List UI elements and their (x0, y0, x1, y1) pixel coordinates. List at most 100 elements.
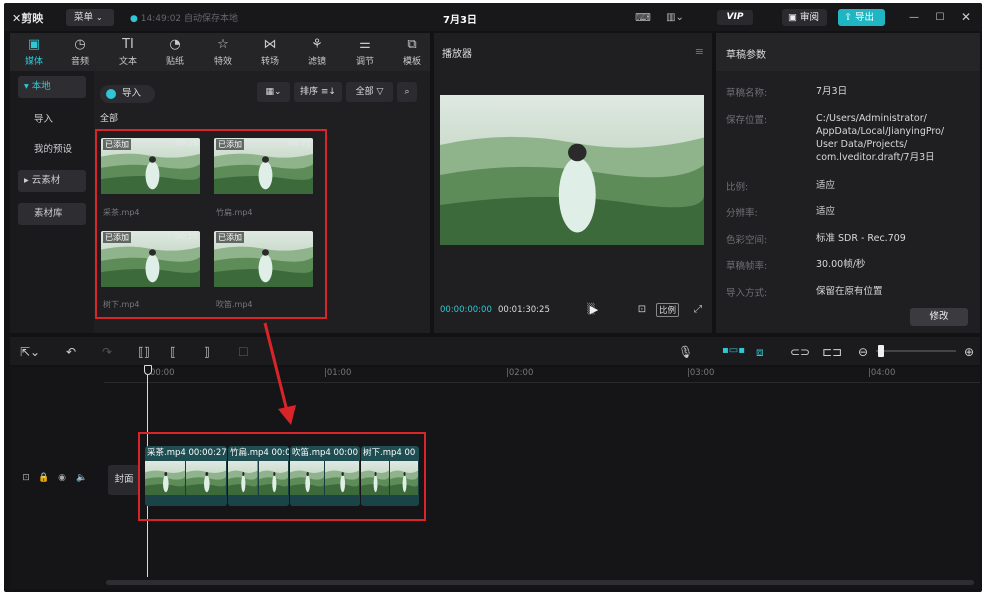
tab-template[interactable]: ⧉ 模板 (392, 36, 432, 70)
autosave-text: 14:49:02 自动保存本地 (140, 14, 239, 24)
trim-left-icon[interactable]: ⟦ (170, 345, 176, 359)
chevron-down-icon: ⌄ (96, 13, 103, 22)
tab-effects[interactable]: ☆ 特效 (203, 36, 243, 70)
sticker-icon: ◔ (169, 37, 181, 52)
properties-panel: 草稿参数 草稿名称: 7月3日 保存位置: C:/Users/Administr… (716, 33, 980, 333)
trim-right-icon[interactable]: ⟧ (204, 345, 210, 359)
prop-label-resolution: 分辨率: (726, 208, 758, 219)
player-panel: 播放器 ≡ 00:00:00:00 00:01:30:25 ▒ ▶ ⊡ 比例 ⤢ (434, 33, 712, 333)
search-button[interactable]: ⌕ (397, 82, 417, 102)
sidebar-item-presets[interactable]: 我的预设 (18, 139, 86, 161)
zoom-slider-thumb[interactable] (878, 345, 884, 357)
main-track-magnet-icon[interactable]: ▪▭▪ (722, 345, 745, 356)
maximize-icon[interactable]: ☐ (932, 9, 948, 25)
app-logo: ✕剪映 (12, 10, 43, 26)
tab-adjust[interactable]: ⚌ 调节 (345, 36, 385, 70)
import-button[interactable]: 导入 (100, 85, 155, 103)
zoom-out-icon[interactable]: ⊖ (858, 345, 868, 359)
red-arrow (263, 322, 296, 425)
speaker-icon[interactable]: 🔈 (76, 472, 88, 484)
grid-icon: ▦⌄ (265, 87, 282, 97)
tab-media[interactable]: ▣ 媒体 (14, 36, 54, 70)
minimize-icon[interactable]: — (906, 9, 922, 25)
funnel-icon: ▽ (376, 87, 384, 97)
tab-filter[interactable]: ⚘ 滤镜 (297, 36, 337, 70)
prop-label-colorspace: 色彩空间: (726, 235, 768, 246)
zoom-icon[interactable]: ⊡ (634, 301, 650, 317)
redo-icon[interactable]: ↷ (102, 345, 112, 359)
ratio-button[interactable]: 比例 (656, 303, 680, 317)
timeline-scrollbar[interactable] (106, 580, 974, 585)
vip-badge[interactable]: VIP (717, 10, 753, 25)
tab-label: 模板 (402, 57, 421, 67)
cover-button[interactable]: 封面 (108, 465, 140, 495)
sort-icon: ≡↓ (320, 87, 336, 97)
highlight-box-media (95, 129, 327, 319)
prop-value-location: C:/Users/Administrator/ AppData/Local/Ji… (816, 113, 945, 163)
delete-icon[interactable]: ☐ (238, 345, 249, 359)
view-mode-button[interactable]: ▦⌄ (257, 82, 290, 102)
tab-label: 媒体 (24, 57, 43, 67)
check-circle-icon: ● (130, 14, 138, 24)
prop-value-colorspace: 标准 SDR - Rec.709 (816, 233, 906, 244)
video-preview[interactable] (440, 95, 704, 245)
filter-button[interactable]: 全部 ▽ (346, 82, 393, 102)
prop-value-name: 7月3日 (816, 86, 848, 97)
audio-icon: ◷ (74, 37, 86, 52)
prop-value-framerate: 30.00帧/秒 (816, 259, 866, 270)
split-icon[interactable]: ⟦⟧ (138, 345, 150, 359)
link-icon[interactable]: ⊂⊃ (790, 345, 810, 359)
playhead-handle[interactable] (144, 365, 152, 375)
lock-icon[interactable]: 🔒 (38, 472, 50, 484)
modify-button[interactable]: 修改 (910, 308, 968, 326)
prop-label-name: 草稿名称: (726, 88, 768, 99)
export-label: 导出 (855, 12, 875, 23)
preview-axis-icon[interactable]: ⊏⊐ (822, 345, 842, 359)
sidebar-item-local[interactable]: ▾ 本地 (18, 76, 86, 98)
undo-icon[interactable]: ↶ (66, 345, 76, 359)
highlight-box-timeline (138, 432, 426, 521)
tab-label: 音频 (70, 57, 89, 67)
tab-sticker[interactable]: ◔ 贴纸 (155, 36, 195, 70)
total-time: 00:01:30:25 (498, 305, 550, 315)
sort-button[interactable]: 排序 ≡↓ (294, 82, 342, 102)
cover-toggle-icon[interactable]: ⊡ (20, 472, 32, 484)
jianying-window: ✕剪映 菜单 ⌄ ● 14:49:02 自动保存本地 7月3日 ⌨ ▥⌄ VIP… (4, 3, 982, 592)
ruler-label: 00:00 (150, 368, 175, 378)
tab-text[interactable]: TI 文本 (108, 36, 148, 70)
transition-icon: ⋈ (263, 37, 277, 52)
tab-label: 特效 (213, 57, 232, 67)
sidebar-item-import[interactable]: 导入 (18, 109, 86, 131)
prop-label-framerate: 草稿帧率: (726, 261, 768, 272)
zoom-slider-track[interactable] (876, 350, 956, 352)
zoom-in-icon[interactable]: ⊕ (964, 345, 974, 359)
filter-icon: ⚘ (311, 37, 323, 52)
play-icon[interactable]: ▶ (586, 301, 602, 317)
ruler-label: |02:00 (506, 368, 534, 378)
tab-audio[interactable]: ◷ 音频 (60, 36, 100, 70)
time-ruler[interactable] (104, 367, 980, 383)
menu-icon[interactable]: ≡ (695, 45, 704, 58)
export-button[interactable]: ⇪ 导出 (838, 9, 885, 26)
timeline-toolbar: ⇱⌄ ↶ ↷ ⟦⟧ ⟦ ⟧ ☐ 🎙 ▪▭▪ ⧈ ⊂⊃ ⊏⊐ ⊖ ⊕ (10, 337, 980, 365)
import-label: 导入 (122, 88, 142, 99)
microphone-icon[interactable]: 🎙 (678, 345, 693, 359)
eye-icon[interactable]: ◉ (56, 472, 68, 484)
tab-transition[interactable]: ⋈ 转场 (250, 36, 290, 70)
export-icon: ⇪ (844, 12, 852, 23)
autosave-status: ● 14:49:02 自动保存本地 (130, 11, 238, 24)
prop-label-ratio: 比例: (726, 182, 749, 193)
keyboard-icon[interactable]: ⌨ (634, 9, 652, 25)
menu-button[interactable]: 菜单 ⌄ (66, 9, 114, 26)
fullscreen-icon[interactable]: ⤢ (690, 301, 706, 317)
select-tool-icon[interactable]: ⇱⌄ (20, 345, 40, 359)
layout-icon[interactable]: ▥⌄ (662, 9, 688, 25)
tab-label: 滤镜 (307, 57, 326, 67)
sidebar-item-cloud[interactable]: ▸ 云素材 (18, 170, 86, 192)
auto-snap-icon[interactable]: ⧈ (756, 345, 764, 360)
project-title: 7月3日 (443, 15, 477, 26)
media-icon: ▣ (27, 37, 41, 52)
close-icon[interactable]: ✕ (958, 9, 974, 25)
sidebar-item-library[interactable]: 素材库 (18, 203, 86, 225)
review-button[interactable]: ▣ 审阅 (782, 9, 827, 26)
